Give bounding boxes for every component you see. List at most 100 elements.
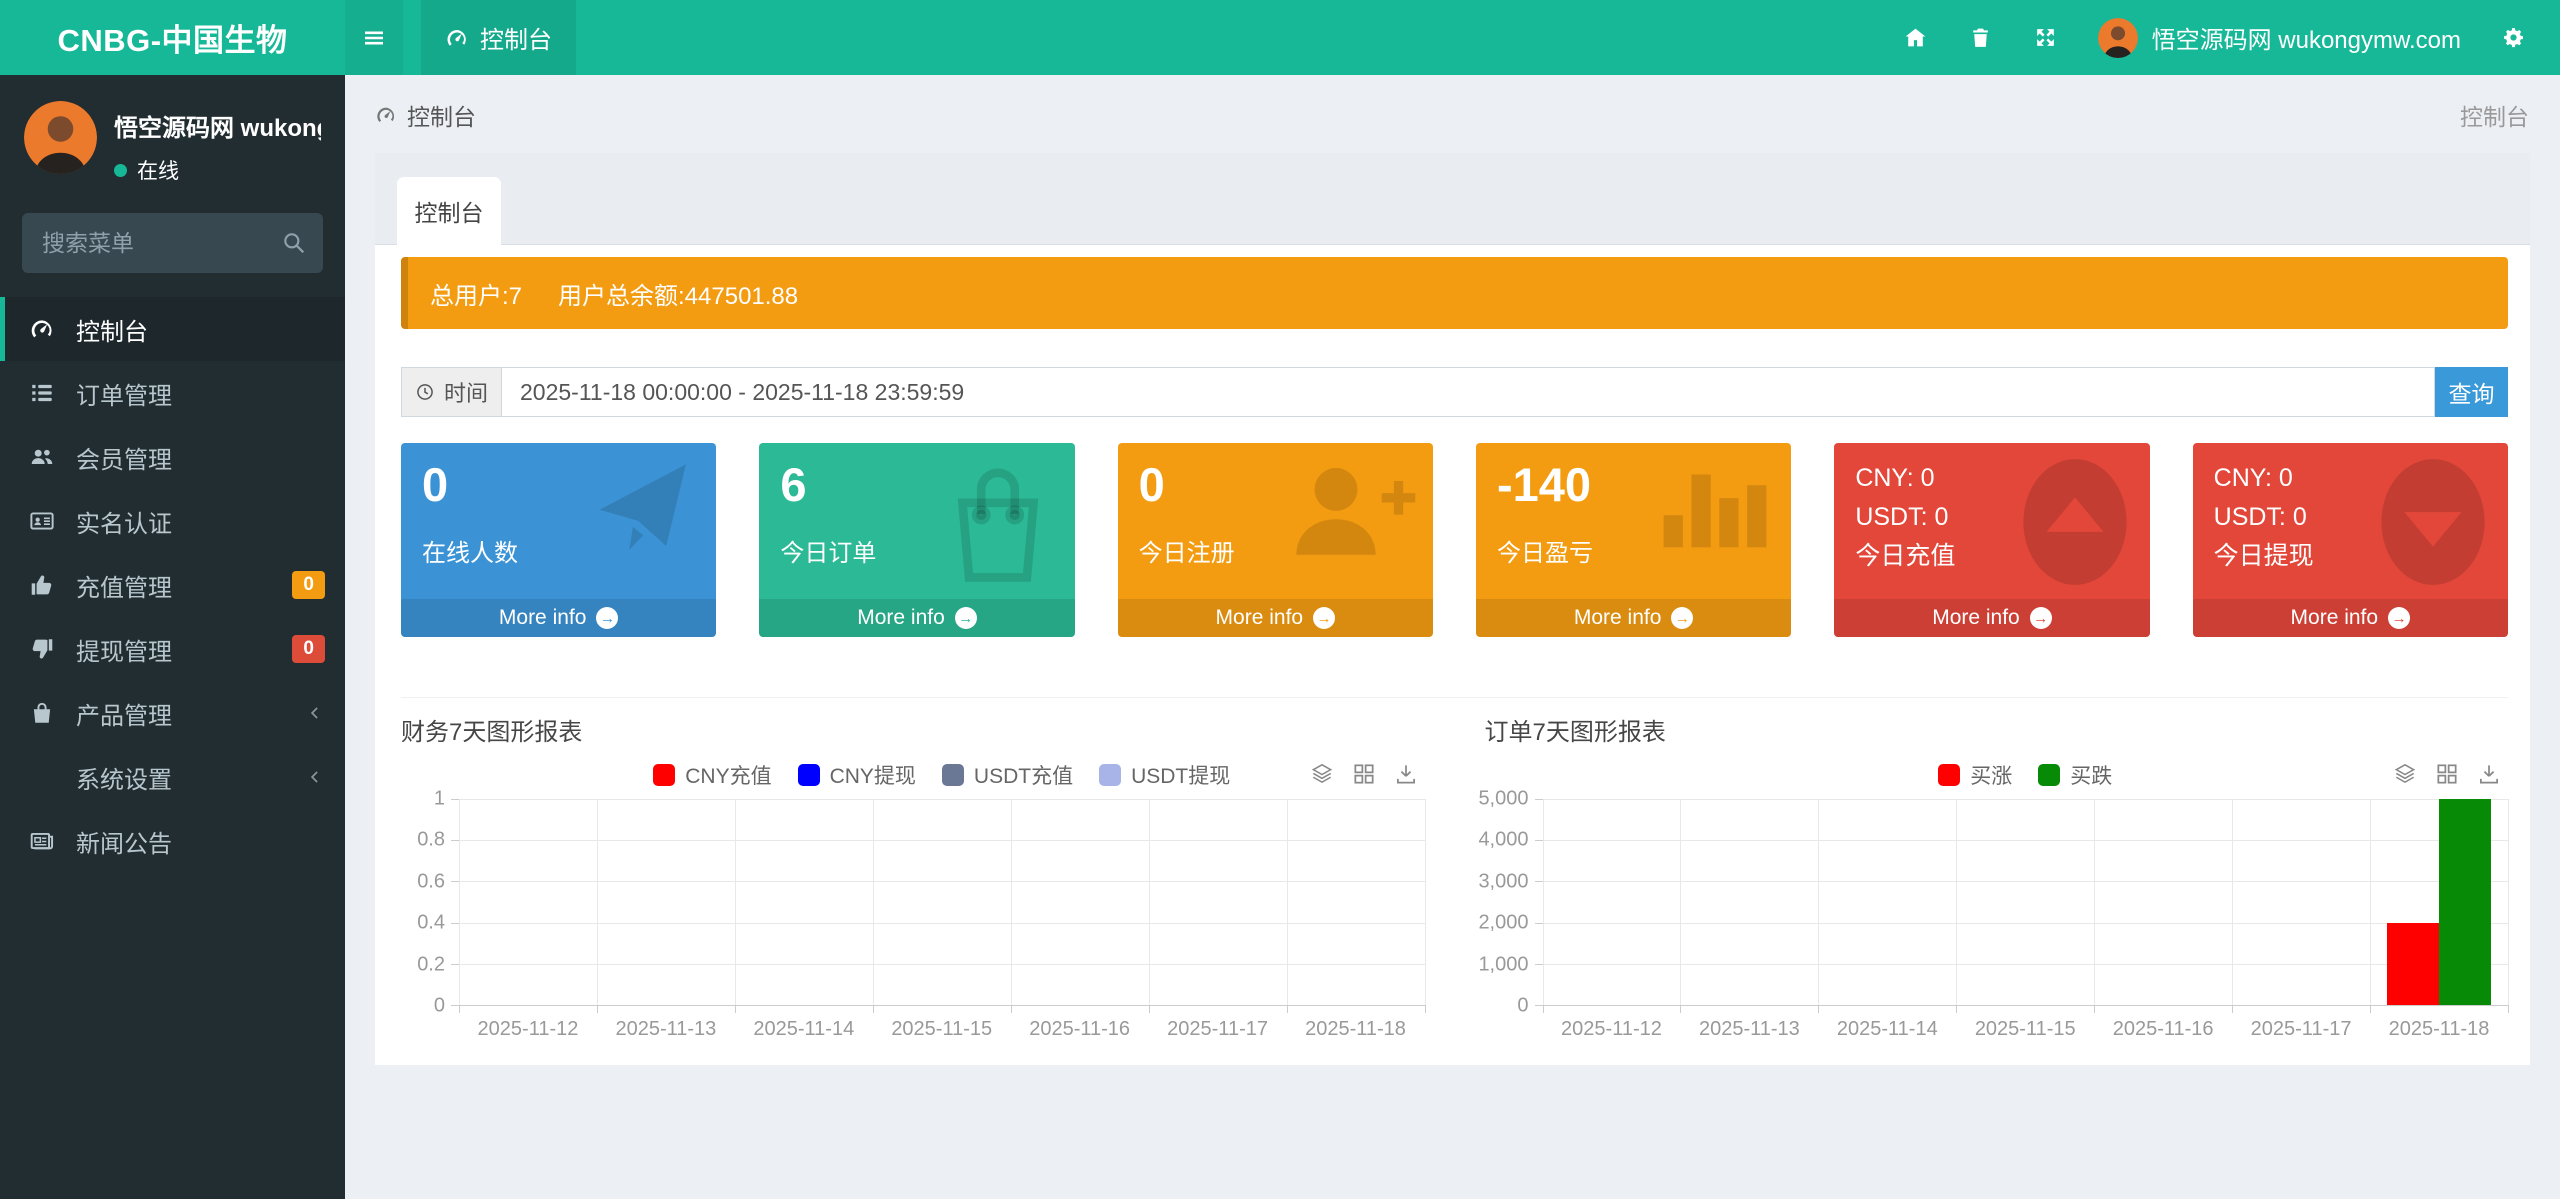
x-tick-label: 2025-11-15 (873, 1018, 1011, 1041)
info-box-inner: -140今日盈亏 (1476, 443, 1791, 584)
sidebar-item-members[interactable]: 会员管理 (0, 425, 345, 489)
arrow-circle-right-icon: → (1671, 607, 1693, 629)
legend-item[interactable]: USDT充值 (942, 760, 1073, 790)
sidebar-item-products[interactable]: 产品管理 (0, 681, 345, 745)
y-tick-label: 5,000 (1478, 788, 1528, 811)
total-users-label: 总用户:7 (430, 276, 522, 311)
finance-chart: 财务7天图形报表CNY充值CNY提现USDT充值USDT提现10.80.60.4… (401, 712, 1425, 1041)
info-box-today-registrations: 0今日注册More info→ (1118, 443, 1433, 637)
x-tick-label: 2025-11-12 (1543, 1018, 1681, 1041)
breadcrumb-right: 控制台 (2460, 98, 2529, 132)
sidebar-item-withdraw[interactable]: 提现管理0 (0, 617, 345, 681)
fullscreen-icon[interactable] (2033, 25, 2058, 50)
info-box-inner: CNY: 0USDT: 0今日充值 (1834, 443, 2149, 592)
trash-icon[interactable] (1968, 25, 1993, 50)
y-tick (451, 881, 459, 882)
query-button[interactable]: 查询 (2435, 367, 2508, 417)
chart-toolbox (2392, 761, 2502, 787)
sidebar-search (22, 213, 323, 273)
more-info-link[interactable]: More info→ (1476, 599, 1791, 637)
info-box-today-recharge: CNY: 0USDT: 0今日充值 More info→ (1834, 443, 2149, 637)
more-info-link[interactable]: More info→ (759, 599, 1074, 637)
sidebar: 悟空源码网 wukongymw.com 在线 控制台订单管理会员管理实名认证充值… (0, 75, 345, 1199)
stack-icon[interactable] (2392, 761, 2418, 787)
download-icon[interactable] (2476, 761, 2502, 787)
x-tick (735, 1005, 736, 1013)
legend-item[interactable]: USDT提现 (1099, 760, 1230, 790)
more-info-label: More info (857, 606, 945, 630)
y-tick (1535, 799, 1543, 800)
navbar-tab-dashboard[interactable]: 控制台 (421, 0, 576, 75)
gridline (597, 799, 598, 1005)
legend-marker (1099, 764, 1121, 786)
legend-item[interactable]: 买跌 (2038, 760, 2112, 790)
sidebar-item-news[interactable]: 新闻公告 (0, 809, 345, 873)
time-range-input[interactable] (501, 367, 2435, 417)
x-tick (1818, 1005, 1819, 1013)
x-tick-label: 2025-11-13 (597, 1018, 735, 1041)
chart-plot-area: 10.80.60.40.20 (401, 799, 1425, 1006)
legend-item[interactable]: 买涨 (1938, 760, 2012, 790)
sidebar-item-recharge[interactable]: 充值管理0 (0, 553, 345, 617)
gridline (1011, 799, 1012, 1005)
sidebar-item-system-settings[interactable]: 系统设置 (0, 745, 345, 809)
data-view-icon[interactable] (2434, 761, 2460, 787)
stack-icon[interactable] (1309, 761, 1335, 787)
gridline (1543, 964, 2509, 965)
x-tick (459, 1005, 460, 1013)
gears-icon (29, 764, 59, 790)
info-box-inner: CNY: 0USDT: 0今日提现 (2193, 443, 2508, 592)
more-info-link[interactable]: More info→ (1834, 599, 2149, 637)
tab-dashboard[interactable]: 控制台 (397, 177, 501, 245)
sidebar-item-realname-auth[interactable]: 实名认证 (0, 489, 345, 553)
gridline (1543, 881, 2509, 882)
more-info-link[interactable]: More info→ (401, 599, 716, 637)
legend-marker (653, 764, 675, 786)
legend-item[interactable]: CNY充值 (653, 760, 771, 790)
sidebar-item-orders[interactable]: 订单管理 (0, 361, 345, 425)
more-info-link[interactable]: More info→ (1118, 599, 1433, 637)
info-boxes-row: 0在线人数More info→6今日订单More info→0今日注册More … (401, 443, 2508, 637)
search-input[interactable] (22, 213, 323, 273)
legend-label: CNY提现 (830, 760, 916, 790)
x-tick (1149, 1005, 1150, 1013)
home-icon[interactable] (1903, 25, 1928, 50)
shopping-bag-icon (29, 700, 59, 726)
sidebar-item-label: 系统设置 (76, 760, 172, 795)
sidebar-item-label: 新闻公告 (76, 824, 172, 859)
y-tick-label: 0 (434, 995, 445, 1018)
online-status-dot (114, 164, 127, 177)
plot-grid (459, 799, 1425, 1006)
legend-item[interactable]: CNY提现 (798, 760, 916, 790)
page-wrapper: 悟空源码网 wukongymw.com 在线 控制台订单管理会员管理实名认证充值… (0, 75, 2560, 1199)
sidebar-toggle-button[interactable] (345, 0, 403, 75)
arrow-circle-right-icon: → (2388, 607, 2410, 629)
y-tick-label: 1,000 (1478, 953, 1528, 976)
download-icon[interactable] (1393, 761, 1419, 787)
summary-alert: 总用户:7 用户总余额:447501.88 (401, 257, 2508, 329)
search-icon[interactable] (281, 230, 307, 256)
info-box-inner: 6今日订单 (759, 443, 1074, 584)
more-info-link[interactable]: More info→ (2193, 599, 2508, 637)
brand-logo[interactable]: CNBG-中国生物 (0, 0, 345, 75)
gridline (2232, 799, 2233, 1005)
sidebar-item-dashboard[interactable]: 控制台 (0, 297, 345, 361)
more-info-label: More info (1216, 606, 1304, 630)
legend-marker (798, 764, 820, 786)
tachometer-icon (29, 316, 59, 342)
info-box-today-withdraw: CNY: 0USDT: 0今日提现 More info→ (2193, 443, 2508, 637)
y-tick-label: 1 (434, 788, 445, 811)
settings-gears-icon[interactable] (2501, 25, 2526, 50)
x-tick (597, 1005, 598, 1013)
gridline (459, 881, 1425, 882)
legend-label: 买涨 (1970, 760, 2012, 790)
data-view-icon[interactable] (1351, 761, 1377, 787)
user-menu[interactable]: 悟空源码网 wukongymw.com (2098, 18, 2461, 58)
gridline (2370, 799, 2371, 1005)
chevron-left-icon (305, 767, 325, 787)
sidebar-user-panel: 悟空源码网 wukongymw.com 在线 (0, 75, 345, 201)
sidebar-item-badge: 0 (292, 571, 325, 599)
info-box-today-profit-loss: -140今日盈亏 More info→ (1476, 443, 1791, 637)
gridline (1680, 799, 1681, 1005)
gridline (459, 923, 1425, 924)
